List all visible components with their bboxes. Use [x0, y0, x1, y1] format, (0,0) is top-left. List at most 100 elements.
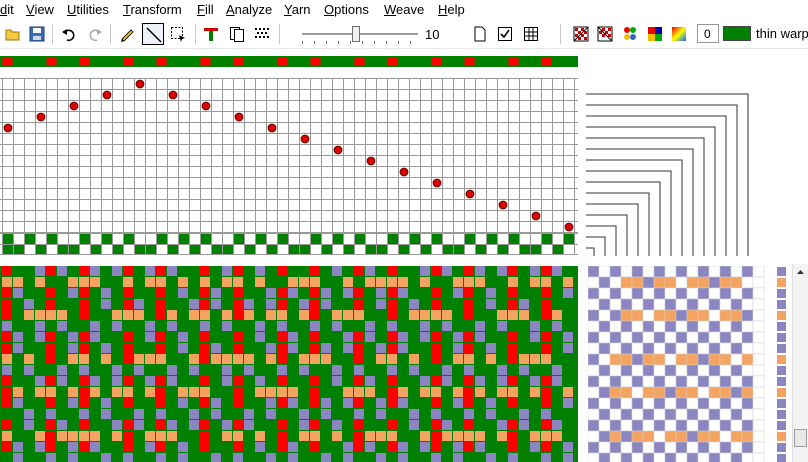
- menu-help[interactable]: Help: [438, 2, 465, 18]
- tieup-dot: [168, 90, 178, 100]
- drawdown-cell: [156, 376, 166, 386]
- undo-icon[interactable]: [58, 23, 80, 45]
- drawdown-cell: [233, 431, 243, 441]
- menu-utilities[interactable]: Utilities: [67, 2, 109, 18]
- drawdown-cell: [244, 332, 254, 342]
- weave-cell: [631, 342, 644, 355]
- zoom-slider[interactable]: [300, 24, 420, 44]
- menu-transform[interactable]: Transform: [123, 2, 182, 18]
- treadling-cell: [553, 245, 563, 254]
- drawdown-cell: [24, 299, 34, 309]
- tieup-grid[interactable]: [0, 78, 578, 234]
- weave-cell: [752, 430, 765, 443]
- drawdown-cell: [431, 288, 441, 298]
- threading-line: [586, 115, 727, 256]
- drawdown-cell: [563, 332, 573, 342]
- weave-cell: [664, 441, 677, 454]
- drawdown-cell: [475, 277, 485, 287]
- drawdown-cell: [376, 387, 386, 397]
- menu-fill[interactable]: Fill: [197, 2, 214, 18]
- drawdown-cell: [145, 332, 155, 342]
- weave-cell: [741, 320, 754, 333]
- scroll-thumb[interactable]: [794, 429, 807, 447]
- drawdown-cell: [541, 354, 551, 364]
- drawdown-cell: [365, 354, 375, 364]
- drawdown-cell: [112, 288, 122, 298]
- weave-cell: [631, 441, 644, 454]
- drawdown-cell: [420, 398, 430, 408]
- tieup-dot: [69, 101, 79, 111]
- treadling-row[interactable]: [0, 233, 578, 255]
- drawdown-cell: [211, 365, 221, 375]
- gradient-icon[interactable]: [668, 23, 690, 45]
- drawdown-cell: [13, 453, 23, 462]
- drawdown-cell: [464, 354, 474, 364]
- select-icon[interactable]: [167, 23, 189, 45]
- weave-cell: [620, 430, 633, 443]
- weft-color-cell: [777, 300, 786, 309]
- vertical-scrollbar[interactable]: [792, 264, 808, 462]
- drawdown-cell: [123, 277, 133, 287]
- menu-weave[interactable]: Weave: [384, 2, 424, 18]
- warp-color-cell: [13, 57, 24, 66]
- weave-cell: [675, 419, 688, 432]
- palette-icon[interactable]: [644, 23, 666, 45]
- check-icon[interactable]: [494, 23, 516, 45]
- zoom-slider-thumb[interactable]: [351, 26, 360, 42]
- pattern-a-icon[interactable]: [570, 23, 592, 45]
- drawdown-cell: [2, 277, 12, 287]
- weave-cell: [719, 287, 732, 300]
- drawdown-cell: [552, 420, 562, 430]
- menu-edit[interactable]: dit: [0, 2, 14, 18]
- pencil-icon[interactable]: [116, 23, 138, 45]
- drawdown-cell: [68, 420, 78, 430]
- threading-line: [586, 93, 749, 256]
- weave-pattern[interactable]: [588, 266, 766, 462]
- redo-icon[interactable]: [84, 23, 106, 45]
- drawdown-cell: [200, 387, 210, 397]
- grid-icon[interactable]: [520, 23, 542, 45]
- open-icon[interactable]: [2, 23, 24, 45]
- treadling-cell: [168, 245, 178, 254]
- pattern-b-icon[interactable]: [594, 23, 616, 45]
- drawdown-cell: [123, 387, 133, 397]
- tieup-icon[interactable]: [200, 23, 222, 45]
- drawdown-cell: [563, 398, 573, 408]
- drawdown-cell: [266, 266, 276, 276]
- current-yarn-swatch[interactable]: [723, 26, 751, 41]
- new-icon[interactable]: [469, 23, 491, 45]
- drawdown-cell: [244, 398, 254, 408]
- drawdown-cell: [46, 321, 56, 331]
- drawdown-cell: [332, 332, 342, 342]
- menu-yarn[interactable]: Yarn: [284, 2, 311, 18]
- drawdown-cell: [343, 266, 353, 276]
- drawdown-cell: [189, 310, 199, 320]
- menu-analyze[interactable]: Analyze: [226, 2, 272, 18]
- drawdown-cell: [563, 431, 573, 441]
- copy-icon[interactable]: [226, 23, 248, 45]
- weft-color-strip[interactable]: [776, 266, 787, 462]
- weft-color-cell: [777, 344, 786, 353]
- drawdown[interactable]: [0, 266, 578, 462]
- drawdown-cell: [167, 453, 177, 462]
- drawdown-cell: [475, 332, 485, 342]
- colors-icon[interactable]: [619, 23, 641, 45]
- save-icon[interactable]: [26, 23, 48, 45]
- scroll-up-button[interactable]: [793, 264, 808, 280]
- dots-icon[interactable]: [251, 23, 273, 45]
- menu-options[interactable]: Options: [324, 2, 369, 18]
- drawdown-cell: [464, 332, 474, 342]
- warp-color-strip[interactable]: [0, 56, 578, 67]
- drawdown-cell: [244, 365, 254, 375]
- treadling-cell: [487, 234, 497, 244]
- treadling-cell: [509, 234, 519, 244]
- drawdown-cell: [90, 332, 100, 342]
- weave-cell: [752, 266, 765, 278]
- menu-view[interactable]: View: [26, 2, 54, 18]
- count-field[interactable]: 0: [697, 24, 719, 43]
- weave-cell: [675, 266, 688, 278]
- line-icon[interactable]: [142, 23, 164, 45]
- drawdown-cell: [13, 354, 23, 364]
- weave-cell: [741, 419, 754, 432]
- drawdown-cell: [123, 420, 133, 430]
